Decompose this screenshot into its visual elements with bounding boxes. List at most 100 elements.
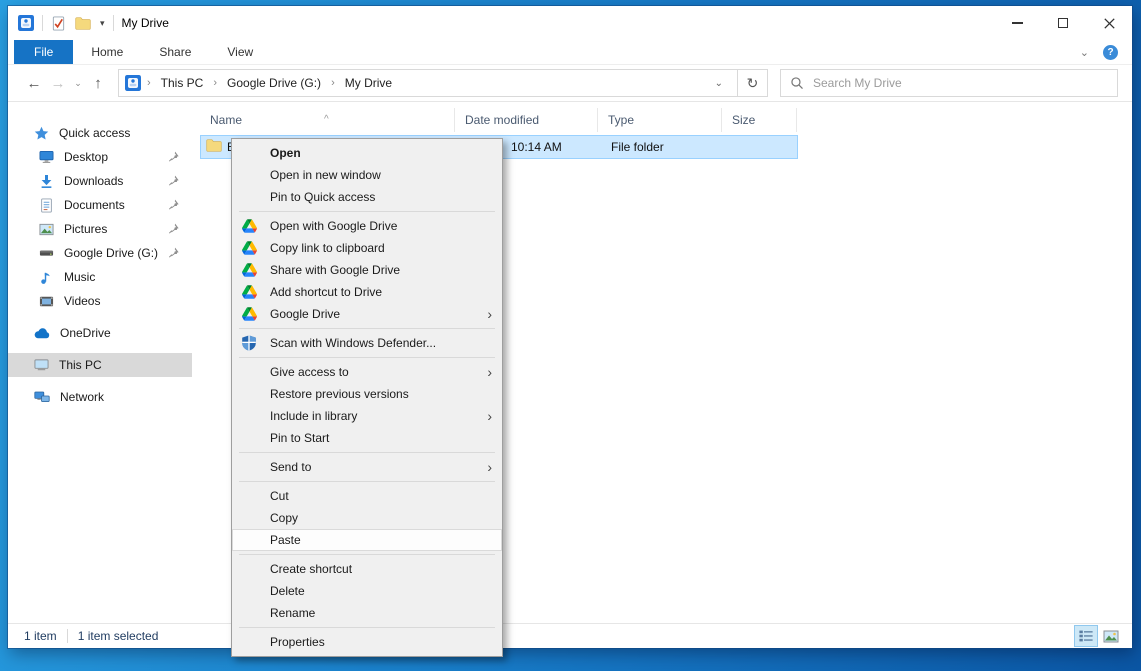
item-count: 1 item — [24, 629, 57, 643]
column-header-type[interactable]: Type — [598, 108, 722, 132]
sidebar-item-label: Network — [60, 390, 104, 404]
sidebar-item-label: Documents — [64, 198, 125, 212]
sidebar-item-downloads[interactable]: Downloads — [8, 169, 192, 193]
menu-item-open[interactable]: Open — [232, 142, 502, 164]
sidebar-item-quick-access[interactable]: Quick access — [8, 121, 192, 145]
sidebar-item-videos[interactable]: Videos — [8, 289, 192, 313]
minimize-icon — [1012, 22, 1023, 24]
column-label: Size — [732, 113, 755, 127]
status-bar: 1 item 1 item selected — [8, 623, 1132, 648]
sidebar-item-label: OneDrive — [60, 326, 111, 340]
menu-item-pin-to-quick-access[interactable]: Pin to Quick access — [232, 186, 502, 208]
recent-locations-icon[interactable]: ⌄ — [70, 78, 86, 89]
context-menu: Open Open in new window Pin to Quick acc… — [231, 138, 503, 657]
menu-item-pin-to-start[interactable]: Pin to Start — [232, 427, 502, 449]
document-icon — [39, 198, 54, 213]
column-header-size[interactable]: Size — [722, 108, 797, 132]
sidebar-item-documents[interactable]: Documents — [8, 193, 192, 217]
column-header-date-modified[interactable]: Date modified — [455, 108, 598, 132]
menu-item-give-access-to[interactable]: Give access to› — [232, 361, 502, 383]
thumbnail-view-icon — [1103, 630, 1119, 643]
file-type: File folder — [611, 140, 664, 154]
breadcrumb-google-drive[interactable]: Google Drive (G:) — [223, 76, 325, 90]
search-box — [780, 69, 1118, 97]
thumbnail-view-button[interactable] — [1100, 626, 1122, 646]
file-date-modified: 10:14 AM — [511, 140, 562, 154]
sidebar-item-label: Music — [64, 270, 95, 284]
menu-item-open-with-google-drive[interactable]: Open with Google Drive — [232, 215, 502, 237]
maximize-icon — [1058, 18, 1068, 28]
help-icon[interactable]: ? — [1103, 45, 1118, 60]
menu-item-restore-previous-versions[interactable]: Restore previous versions — [232, 383, 502, 405]
qat-dropdown-icon[interactable]: ▾ — [100, 18, 105, 29]
column-header-name[interactable]: Name ^ — [200, 108, 455, 132]
menu-item-cut[interactable]: Cut — [232, 485, 502, 507]
menu-item-paste[interactable]: Paste — [232, 529, 502, 551]
sidebar-item-network[interactable]: Network — [8, 385, 192, 409]
window-title: My Drive — [122, 16, 169, 30]
menu-item-include-in-library[interactable]: Include in library› — [232, 405, 502, 427]
tab-file[interactable]: File — [14, 40, 73, 64]
sidebar-item-label: Videos — [64, 294, 100, 308]
refresh-icon: ↻ — [747, 75, 759, 92]
breadcrumb-chevron-icon: › — [211, 77, 219, 89]
pin-icon — [167, 222, 180, 235]
menu-item-google-drive[interactable]: Google Drive› — [232, 303, 502, 325]
menu-item-delete[interactable]: Delete — [232, 580, 502, 602]
minimize-button[interactable] — [994, 6, 1040, 40]
google-drive-icon — [242, 219, 257, 233]
sidebar-item-google-drive[interactable]: Google Drive (G:) — [8, 241, 192, 265]
address-bar[interactable]: › This PC › Google Drive (G:) › My Drive… — [118, 69, 738, 97]
menu-item-properties[interactable]: Properties — [232, 631, 502, 653]
network-icon — [34, 390, 50, 404]
sidebar-item-label: This PC — [59, 358, 102, 372]
submenu-arrow-icon: › — [487, 306, 502, 322]
column-label: Date modified — [465, 113, 539, 127]
menu-item-copy[interactable]: Copy — [232, 507, 502, 529]
statusbar-separator — [67, 629, 68, 643]
menu-separator — [239, 627, 495, 628]
menu-separator — [239, 357, 495, 358]
menu-item-create-shortcut[interactable]: Create shortcut — [232, 558, 502, 580]
details-view-button[interactable] — [1075, 626, 1097, 646]
menu-separator — [239, 554, 495, 555]
up-icon[interactable]: ↑ — [86, 75, 110, 92]
sidebar-item-desktop[interactable]: Desktop — [8, 145, 192, 169]
tab-view[interactable]: View — [209, 40, 271, 64]
menu-item-rename[interactable]: Rename — [232, 602, 502, 624]
back-icon[interactable]: ← — [22, 75, 46, 92]
tab-home[interactable]: Home — [73, 40, 141, 64]
properties-icon[interactable] — [51, 16, 66, 31]
app-icon — [18, 15, 34, 31]
windows-defender-icon — [241, 335, 257, 351]
refresh-button[interactable]: ↻ — [738, 69, 768, 97]
menu-item-send-to[interactable]: Send to› — [232, 456, 502, 478]
folder-icon — [206, 139, 222, 152]
tab-share[interactable]: Share — [141, 40, 209, 64]
ribbon-collapse-icon[interactable]: ⌄ — [1080, 46, 1089, 59]
search-input[interactable] — [813, 76, 1108, 90]
star-icon — [34, 126, 49, 141]
close-icon — [1104, 18, 1115, 29]
menu-item-add-shortcut-to-drive[interactable]: Add shortcut to Drive — [232, 281, 502, 303]
breadcrumb-my-drive[interactable]: My Drive — [341, 76, 396, 90]
pin-icon — [167, 150, 180, 163]
submenu-arrow-icon: › — [487, 364, 502, 380]
new-folder-icon[interactable] — [75, 17, 91, 30]
menu-item-share-with-google-drive[interactable]: Share with Google Drive — [232, 259, 502, 281]
forward-icon[interactable]: → — [46, 75, 70, 92]
maximize-button[interactable] — [1040, 6, 1086, 40]
breadcrumb-chevron-icon: › — [329, 77, 337, 89]
address-dropdown-icon[interactable]: ⌄ — [707, 78, 731, 89]
close-button[interactable] — [1086, 6, 1132, 40]
sidebar-item-pictures[interactable]: Pictures — [8, 217, 192, 241]
breadcrumb-this-pc[interactable]: This PC — [157, 76, 208, 90]
menu-item-scan-with-windows-defender[interactable]: Scan with Windows Defender... — [232, 332, 502, 354]
details-view-icon — [1078, 629, 1094, 643]
sidebar-item-music[interactable]: Music — [8, 265, 192, 289]
column-label: Name — [210, 113, 242, 127]
menu-item-open-in-new-window[interactable]: Open in new window — [232, 164, 502, 186]
sidebar-item-onedrive[interactable]: OneDrive — [8, 321, 192, 345]
menu-item-copy-link-to-clipboard[interactable]: Copy link to clipboard — [232, 237, 502, 259]
sidebar-item-this-pc[interactable]: This PC — [8, 353, 192, 377]
